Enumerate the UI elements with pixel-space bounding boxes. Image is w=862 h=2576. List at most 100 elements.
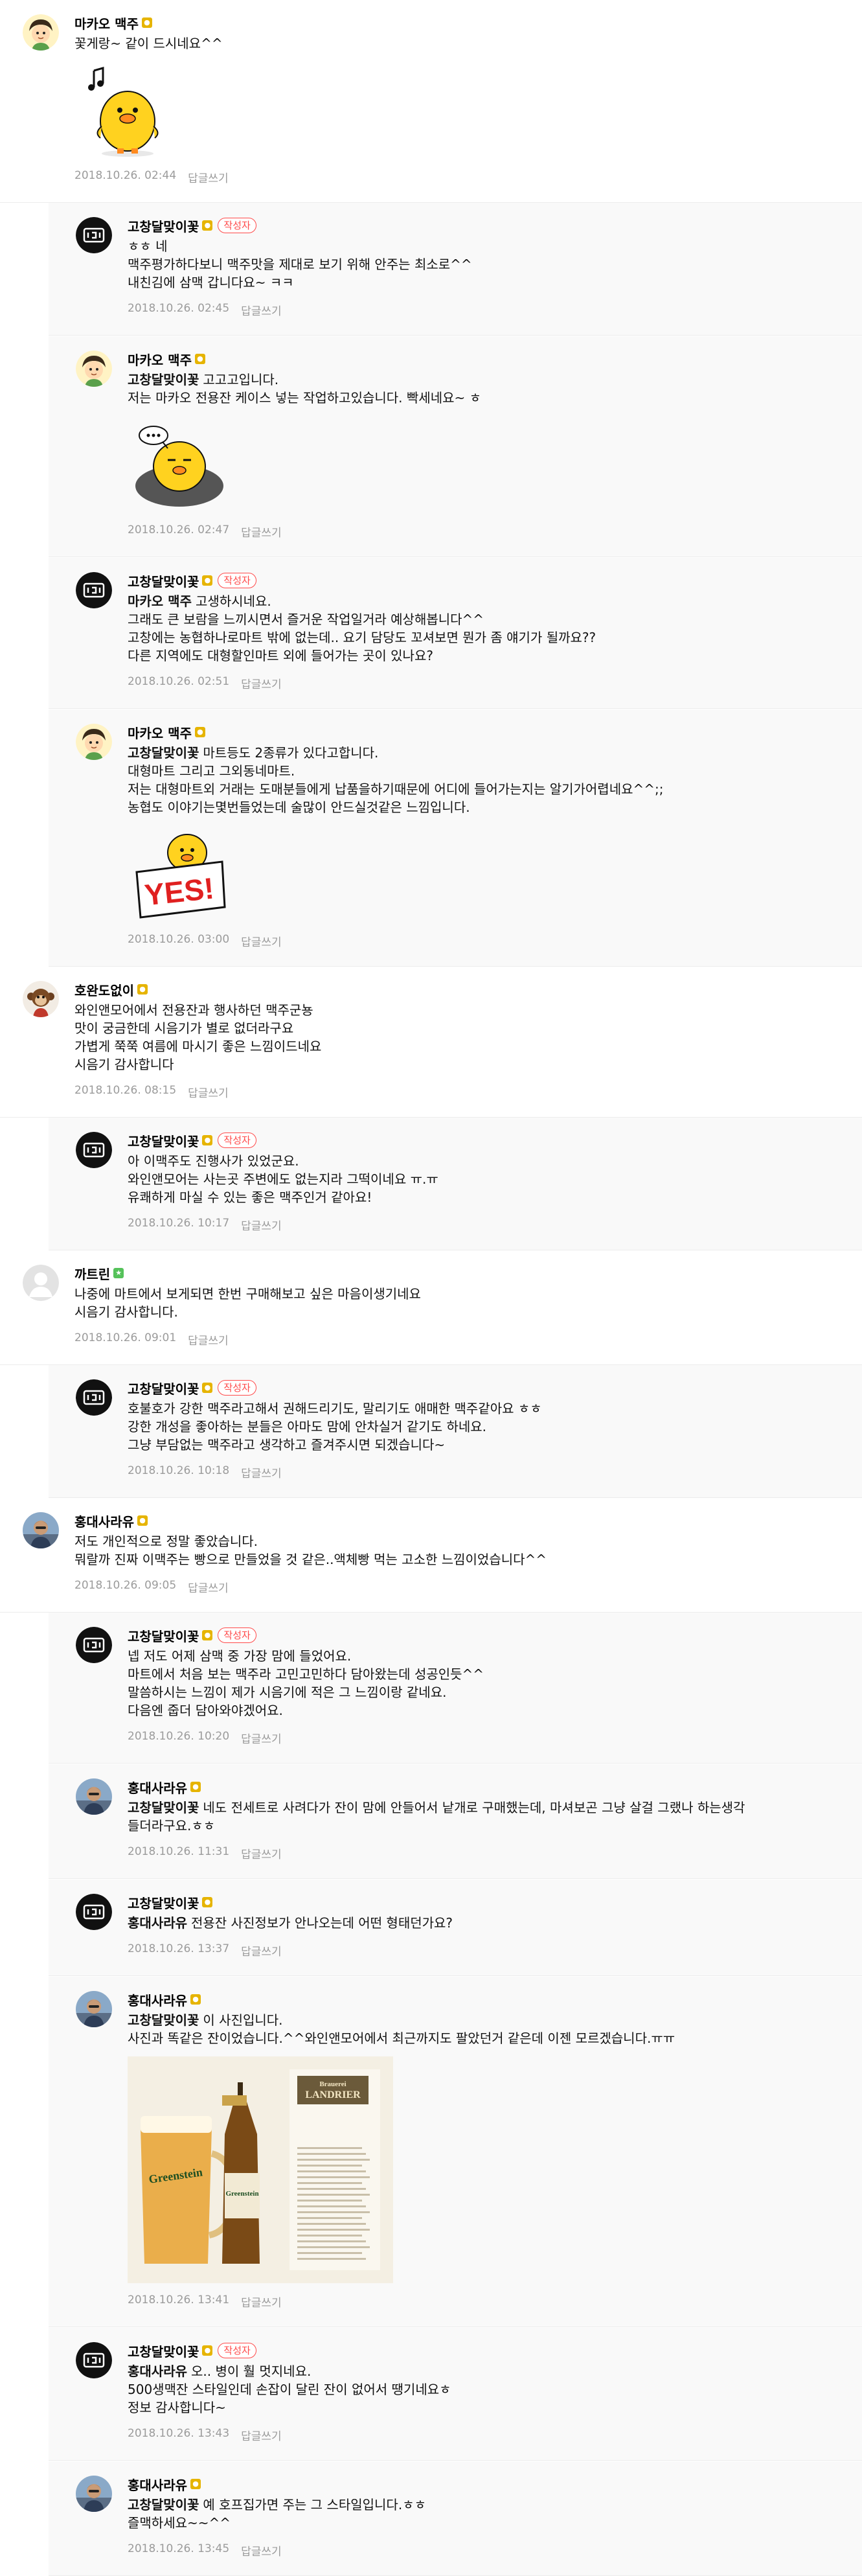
nickname[interactable]: 고창달맞이꽃 <box>128 1893 199 1912</box>
reply-button[interactable]: 답글쓰기 <box>241 2542 282 2559</box>
mention-link[interactable]: 고창달맞이꽃 <box>128 1800 199 1815</box>
comment-info: 2018.10.26. 13:43 답글쓰기 <box>128 2427 849 2443</box>
avatar[interactable] <box>76 1991 112 2027</box>
comment-line: 저도 개인적으로 정말 좋았습니다. <box>74 1532 849 1550</box>
reply-button[interactable]: 답글쓰기 <box>241 2427 282 2443</box>
comment-line: 고창달맞이꽃 예 호프집가면 주는 그 스타일입니다.ㅎㅎ <box>128 2496 849 2514</box>
nickname[interactable]: 고창달맞이꽃 <box>128 2341 199 2360</box>
mention-link[interactable]: 홍대사라유 <box>128 2363 187 2379</box>
comment-line: 시음기 감사합니다 <box>74 1055 849 1074</box>
sticker-image: YES! <box>128 825 231 923</box>
reply-button[interactable]: 답글쓰기 <box>241 2294 282 2310</box>
nickname[interactable]: 고창달맞이꽃 <box>128 1131 199 1150</box>
member-grade-gold-icon: ● <box>194 354 205 364</box>
reply-button[interactable]: 답글쓰기 <box>188 1084 229 1100</box>
reply-button[interactable]: 답글쓰기 <box>241 1942 282 1959</box>
comment-body: 홍대사라유 ● 저도 개인적으로 정말 좋았습니다. 뭐랄까 진짜 이맥주는 빵으로 … <box>74 1512 849 1596</box>
reply-button[interactable]: 답글쓰기 <box>188 169 229 185</box>
nickname[interactable]: 고창달맞이꽃 <box>128 216 199 235</box>
nickname[interactable]: 호완도없이 <box>74 980 134 999</box>
reply-item: 고창달맞이꽃 ● 작성자 마카오 맥주 고생하시네요. 그래도 큰 보람을 느끼시면서 즐… <box>49 557 862 709</box>
nickname[interactable]: 홍대사라유 <box>74 1512 134 1530</box>
mention-link[interactable]: 고창달맞이꽃 <box>128 745 199 761</box>
avatar[interactable] <box>76 2476 112 2512</box>
nickname[interactable]: 고창달맞이꽃 <box>128 1379 199 1397</box>
comment-body: 고창달맞이꽃 ● 작성자 호불호가 강한 맥주라고해서 권해드리기도, 말리기도 애매… <box>128 1379 849 1480</box>
nickname[interactable]: 홍대사라유 <box>128 1778 187 1797</box>
avatar[interactable] <box>76 351 112 387</box>
comment-line: 가볍게 쭉쭉 여름에 마시기 좋은 느낌이드네요 <box>74 1037 849 1055</box>
attached-photo[interactable]: Greenstein Greenstein Brauerei LANDRIER <box>128 2056 393 2283</box>
mention-link[interactable]: 고창달맞이꽃 <box>128 2497 199 2513</box>
mention-link[interactable]: 홍대사라유 <box>128 1915 187 1931</box>
reply-button[interactable]: 답글쓰기 <box>241 675 282 691</box>
comment-body: 고창달맞이꽃 ● 작성자 마카오 맥주 고생하시네요. 그래도 큰 보람을 느끼시면서 즐… <box>128 572 849 691</box>
comment-text: 홍대사라유 전용잔 사진정보가 안나오는데 어떤 형태던가요? <box>128 1914 849 1932</box>
avatar[interactable] <box>76 2342 112 2378</box>
comment-meta: 마카오 맥주 ● <box>128 350 849 369</box>
comment-date: 2018.10.26. 13:45 <box>128 2542 230 2555</box>
avatar[interactable] <box>76 1778 112 1815</box>
comment-line: 호불호가 강한 맥주라고해서 권해드리기도, 말리기도 애매한 맥주같아요 ㅎㅎ <box>128 1399 849 1418</box>
comment-date: 2018.10.26. 09:01 <box>74 1331 177 1344</box>
comment-info: 2018.10.26. 02:47 답글쓰기 <box>128 523 849 540</box>
comment-line: 마카오 맥주 고생하시네요. <box>128 592 849 610</box>
avatar[interactable] <box>76 1132 112 1168</box>
reply-button[interactable]: 답글쓰기 <box>241 1217 282 1233</box>
avatar[interactable] <box>76 1627 112 1663</box>
comment-body: 고창달맞이꽃 ● 작성자 넵 저도 어제 삼맥 중 가장 맘에 들었어요. 마트에서 처… <box>128 1627 849 1746</box>
comment-line-text: 정보 감사합니다~ <box>128 2400 226 2415</box>
comment-line-text: 맛이 궁금한데 시음기가 별로 없더라구요 <box>74 1020 294 1036</box>
mention-link[interactable]: 고창달맞이꽃 <box>128 372 199 387</box>
member-grade-gold-icon: ● <box>202 1383 213 1393</box>
avatar[interactable] <box>23 14 59 51</box>
comment-date: 2018.10.26. 13:43 <box>128 2427 230 2440</box>
nickname[interactable]: 마카오 맥주 <box>128 350 192 369</box>
comment-body: 호완도없이 ● 와인앤모어에서 전용잔과 행사하던 맥주군뇽 맛이 궁금한데 시음기가… <box>74 980 849 1101</box>
avatar[interactable] <box>23 981 59 1017</box>
reply-button[interactable]: 답글쓰기 <box>241 302 282 318</box>
comment-text: 넵 저도 어제 삼맥 중 가장 맘에 들었어요. 마트에서 처음 보는 맥주라 고… <box>128 1647 849 1719</box>
avatar[interactable] <box>23 1512 59 1548</box>
nickname[interactable]: 홍대사라유 <box>128 1990 187 2009</box>
sticker-image <box>128 416 231 513</box>
nickname[interactable]: 마카오 맥주 <box>128 723 192 742</box>
avatar[interactable] <box>76 217 112 253</box>
author-badge: 작성자 <box>218 218 256 233</box>
comment-line: 마트에서 처음 보는 맥주라 고민고민하다 담아왔는데 성공인듯^^ <box>128 1665 849 1683</box>
comment-line: 다른 지역에도 대형할인마트 외에 들어가는 곳이 있나요? <box>128 647 849 665</box>
comment-line-text: 전용잔 사진정보가 안나오는데 어떤 형태던가요? <box>191 1915 453 1931</box>
comment-line: 다음엔 줍더 담아와야겠어요. <box>128 1701 849 1719</box>
comment-line: 넵 저도 어제 삼맥 중 가장 맘에 들었어요. <box>128 1647 849 1665</box>
avatar[interactable] <box>76 1894 112 1930</box>
comment-line: 그래도 큰 보람을 느끼시면서 즐거운 작업일거라 예상해봅니다^^ <box>128 610 849 628</box>
reply-button[interactable]: 답글쓰기 <box>241 1845 282 1861</box>
avatar[interactable] <box>76 724 112 760</box>
mention-link[interactable]: 마카오 맥주 <box>128 593 192 609</box>
nickname[interactable]: 고창달맞이꽃 <box>128 571 199 590</box>
comment-date: 2018.10.26. 09:05 <box>74 1579 177 1592</box>
comment-line: 고창에는 농협하나로마트 밖에 없는데.. 요기 담당도 꼬셔보면 뭔가 좀 얘… <box>128 628 849 647</box>
reply-button[interactable]: 답글쓰기 <box>188 1579 229 1595</box>
avatar[interactable] <box>76 572 112 608</box>
comment-line-text: 마트에서 처음 보는 맥주라 고민고민하다 담아왔는데 성공인듯^^ <box>128 1666 484 1682</box>
reply-button[interactable]: 답글쓰기 <box>241 933 282 949</box>
comment-text: 고창달맞이꽃 네도 전세트로 사려다가 잔이 맘에 안들어서 낱개로 구매했는데,… <box>128 1799 849 1835</box>
reply-button[interactable]: 답글쓰기 <box>241 523 282 540</box>
comment-item: 호완도없이 ● 와인앤모어에서 전용잔과 행사하던 맥주군뇽 맛이 궁금한데 시음기가… <box>0 967 862 1118</box>
comment-line-text: 그래도 큰 보람을 느끼시면서 즐거운 작업일거라 예상해봅니다^^ <box>128 612 484 627</box>
avatar[interactable] <box>76 1379 112 1416</box>
reply-button[interactable]: 답글쓰기 <box>241 1730 282 1746</box>
reply-button[interactable]: 답글쓰기 <box>241 1464 282 1480</box>
nickname[interactable]: 고창달맞이꽃 <box>128 1626 199 1645</box>
avatar[interactable] <box>23 1265 59 1301</box>
nickname[interactable]: 까트린 <box>74 1264 110 1283</box>
comment-line: 저는 마카오 전용잔 케이스 넣는 작업하고있습니다. 빡세네요~ ㅎ <box>128 389 849 407</box>
nickname[interactable]: 마카오 맥주 <box>74 14 139 32</box>
reply-button[interactable]: 답글쓰기 <box>188 1331 229 1348</box>
mention-link[interactable]: 고창달맞이꽃 <box>128 2012 199 2028</box>
comment-info: 2018.10.26. 02:51 답글쓰기 <box>128 675 849 691</box>
nickname[interactable]: 홍대사라유 <box>128 2475 187 2494</box>
comment-body: 홍대사라유 ● 고창달맞이꽃 예 호프집가면 주는 그 스타일입니다.ㅎㅎ 즐맥하세요~… <box>128 2476 849 2559</box>
comment-meta: 까트린 ★ <box>74 1265 849 1282</box>
